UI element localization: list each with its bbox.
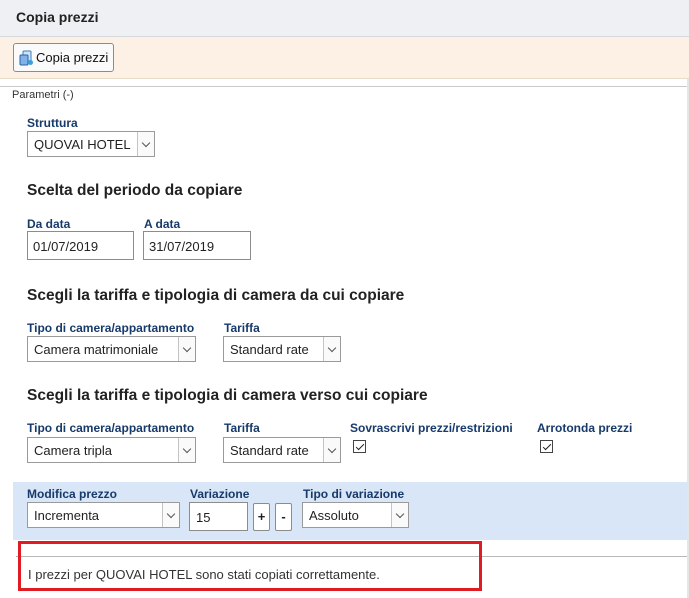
chevron-down-icon [178,438,195,462]
source-room-value: Camera matrimoniale [34,342,159,357]
period-heading: Scelta del periodo da copiare [27,182,243,199]
copy-icon [18,50,34,66]
modify-price-value: Incrementa [34,508,100,523]
structure-select[interactable]: QUOVAI HOTEL [27,131,155,157]
chevron-down-icon [391,503,408,527]
target-room-label: Tipo di camera/appartamento [27,421,195,435]
source-rate-select[interactable]: Standard rate [223,336,341,362]
params-section-divider: Parametri (-) [0,86,689,101]
to-date-label: A data [144,217,181,231]
structure-select-value: QUOVAI HOTEL [34,137,131,152]
overwrite-label: Sovrascrivi prezzi/restrizioni [350,421,513,435]
variation-type-label: Tipo di variazione [303,487,405,501]
to-date-field[interactable]: 31/07/2019 [143,231,251,260]
from-date-value: 01/07/2019 [33,239,99,254]
variation-amount-value: 15 [196,510,211,525]
to-date-value: 31/07/2019 [149,239,215,254]
params-legend-toggle[interactable]: Parametri (-) [12,89,74,101]
result-highlight-box [18,541,482,591]
target-room-value: Camera tripla [34,443,113,458]
chevron-down-icon [137,132,154,156]
copy-prices-button-label: Copia prezzi [36,50,109,65]
variation-amount-label: Variazione [190,487,250,501]
source-rate-value: Standard rate [230,342,309,357]
variation-amount-field[interactable]: 15 [189,502,248,531]
source-room-select[interactable]: Camera matrimoniale [27,336,196,362]
round-checkbox[interactable] [540,440,553,453]
increment-button[interactable]: + [253,503,270,531]
target-room-select[interactable]: Camera tripla [27,437,196,463]
target-heading: Scegli la tariffa e tipologia di camera … [27,387,428,404]
source-rate-label: Tariffa [224,321,260,335]
window-title: Copia prezzi [16,9,99,25]
structure-label: Struttura [27,116,78,130]
target-rate-select[interactable]: Standard rate [223,437,341,463]
source-heading: Scegli la tariffa e tipologia di camera … [27,287,405,304]
variation-type-value: Assoluto [309,508,359,523]
chevron-down-icon [162,503,179,527]
source-room-label: Tipo di camera/appartamento [27,321,195,335]
chevron-down-icon [323,438,340,462]
variation-type-select[interactable]: Assoluto [302,502,409,528]
modify-price-select[interactable]: Incrementa [27,502,180,528]
from-date-field[interactable]: 01/07/2019 [27,231,134,260]
chevron-down-icon [323,337,340,361]
modify-price-label: Modifica prezzo [27,487,118,501]
toolbar: Copia prezzi [0,37,689,79]
copy-prices-button[interactable]: Copia prezzi [13,43,114,72]
window-title-bar: Copia prezzi [0,0,689,37]
target-rate-label: Tariffa [224,421,260,435]
round-label: Arrotonda prezzi [537,421,633,435]
target-rate-value: Standard rate [230,443,309,458]
overwrite-checkbox[interactable] [353,440,366,453]
chevron-down-icon [178,337,195,361]
from-date-label: Da data [27,217,71,231]
decrement-button[interactable]: - [275,503,292,531]
